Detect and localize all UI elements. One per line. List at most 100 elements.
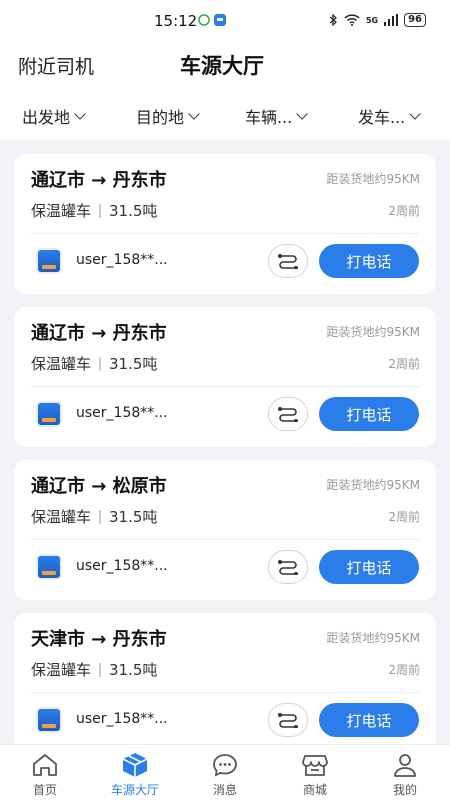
chat-app-icon bbox=[214, 14, 226, 26]
route-button[interactable] bbox=[268, 703, 308, 737]
tonnage: 31.5吨 bbox=[109, 202, 158, 220]
route-icon bbox=[278, 560, 298, 575]
avatar[interactable] bbox=[36, 248, 62, 274]
route-text: 通辽市 → 松原市 bbox=[31, 476, 167, 497]
call-button[interactable]: 打电话 bbox=[319, 550, 419, 584]
route-icon bbox=[278, 254, 298, 269]
avatar[interactable] bbox=[36, 554, 62, 580]
user-name: user_158**... bbox=[76, 558, 168, 574]
status-notification-icons bbox=[198, 14, 226, 26]
distance-text: 距装货地约95KM bbox=[326, 478, 421, 492]
filter-destination[interactable]: 目的地 bbox=[136, 104, 200, 128]
user-icon bbox=[394, 754, 416, 777]
tonnage: 31.5吨 bbox=[109, 508, 158, 526]
status-bar: 15:12 5G 96 bbox=[0, 0, 450, 42]
user-name: user_158**... bbox=[76, 405, 168, 421]
vehicle-card[interactable]: 通辽市 → 松原市 距装货地约95KM 保温罐车 31.5吨 2周前 user_1… bbox=[14, 460, 436, 600]
avatar[interactable] bbox=[36, 707, 62, 733]
call-button[interactable]: 打电话 bbox=[319, 244, 419, 278]
network-label: 5G bbox=[365, 15, 379, 25]
avatar[interactable] bbox=[36, 401, 62, 427]
separator bbox=[99, 662, 102, 677]
bottom-tab-bar: 首页 车源大厅 消息 商城 我的 bbox=[0, 744, 450, 800]
posted-time: 2周前 bbox=[388, 357, 420, 371]
truck-info: 保温罐车 31.5吨 bbox=[31, 200, 157, 221]
posted-time: 2周前 bbox=[388, 510, 420, 524]
signal-icon bbox=[384, 14, 399, 26]
call-button[interactable]: 打电话 bbox=[319, 397, 419, 431]
box-icon bbox=[122, 753, 148, 777]
status-right: 5G 96 bbox=[329, 13, 426, 27]
separator bbox=[99, 203, 102, 218]
nearby-drivers-tab[interactable]: 附近司机 bbox=[18, 52, 94, 79]
tab-label: 商城 bbox=[302, 783, 327, 797]
call-button[interactable]: 打电话 bbox=[319, 703, 419, 737]
vehicle-card[interactable]: 通辽市 → 丹东市 距装货地约95KM 保温罐车 31.5吨 2周前 user_1… bbox=[14, 154, 436, 294]
tab-label: 消息 bbox=[212, 783, 237, 797]
distance-text: 距装货地约95KM bbox=[326, 172, 421, 186]
page-title: 车源大厅 bbox=[180, 54, 264, 78]
vehicle-card[interactable]: 通辽市 → 丹东市 距装货地约95KM 保温罐车 31.5吨 2周前 user_1… bbox=[14, 307, 436, 447]
filter-vehicle[interactable]: 车辆... bbox=[245, 104, 308, 128]
truck-type: 保温罐车 bbox=[31, 202, 92, 220]
posted-time: 2周前 bbox=[388, 204, 420, 218]
wifi-icon bbox=[344, 14, 360, 26]
chevron-down-icon bbox=[188, 107, 200, 120]
tab-label: 我的 bbox=[392, 783, 417, 797]
home-icon bbox=[33, 754, 57, 776]
route-text: 通辽市 → 丹东市 bbox=[31, 323, 167, 344]
truck-info: 保温罐车 31.5吨 bbox=[31, 353, 157, 374]
tab-shop[interactable]: 商城 bbox=[275, 749, 355, 798]
separator bbox=[99, 356, 102, 371]
chevron-down-icon bbox=[296, 107, 308, 120]
sync-icon bbox=[198, 14, 210, 26]
filter-label: 车辆... bbox=[245, 108, 293, 127]
chevron-down-icon bbox=[74, 107, 86, 120]
tab-home[interactable]: 首页 bbox=[5, 749, 85, 798]
filter-origin[interactable]: 出发地 bbox=[22, 104, 86, 128]
divider bbox=[31, 692, 420, 693]
tab-label: 车源大厅 bbox=[110, 783, 159, 797]
route-button[interactable] bbox=[268, 550, 308, 584]
truck-info: 保温罐车 31.5吨 bbox=[31, 659, 157, 680]
posted-time: 2周前 bbox=[388, 663, 420, 677]
tonnage: 31.5吨 bbox=[109, 355, 158, 373]
status-time: 15:12 bbox=[154, 12, 198, 30]
user-name: user_158**... bbox=[76, 711, 168, 727]
tab-label: 首页 bbox=[32, 783, 57, 797]
separator bbox=[99, 509, 102, 524]
filter-bar: 出发地 目的地 车辆... 发车... bbox=[0, 88, 450, 140]
shop-icon bbox=[302, 755, 328, 776]
truck-info: 保温罐车 31.5吨 bbox=[31, 506, 157, 527]
divider bbox=[31, 539, 420, 540]
route-icon bbox=[278, 713, 298, 728]
chevron-down-icon bbox=[409, 107, 421, 120]
filter-departure[interactable]: 发车... bbox=[358, 104, 421, 128]
tab-profile[interactable]: 我的 bbox=[365, 749, 445, 798]
tab-vehicle-hall[interactable]: 车源大厅 bbox=[95, 749, 175, 798]
route-text: 天津市 → 丹东市 bbox=[31, 629, 167, 650]
tonnage: 31.5吨 bbox=[109, 661, 158, 679]
truck-type: 保温罐车 bbox=[31, 508, 92, 526]
page-header: 附近司机 车源大厅 bbox=[0, 42, 450, 88]
filter-label: 目的地 bbox=[136, 108, 185, 127]
vehicle-card[interactable]: 天津市 → 丹东市 距装货地约95KM 保温罐车 31.5吨 2周前 user_1… bbox=[14, 613, 436, 744]
filter-label: 发车... bbox=[358, 108, 406, 127]
bluetooth-icon bbox=[329, 14, 337, 26]
route-text: 通辽市 → 丹东市 bbox=[31, 170, 167, 191]
vehicle-list[interactable]: 通辽市 → 丹东市 距装货地约95KM 保温罐车 31.5吨 2周前 user_1… bbox=[0, 140, 450, 744]
truck-type: 保温罐车 bbox=[31, 355, 92, 373]
tab-messages[interactable]: 消息 bbox=[185, 749, 265, 798]
battery-icon: 96 bbox=[404, 13, 426, 27]
route-icon bbox=[278, 407, 298, 422]
filter-label: 出发地 bbox=[22, 108, 71, 127]
divider bbox=[31, 233, 420, 234]
route-button[interactable] bbox=[268, 397, 308, 431]
distance-text: 距装货地约95KM bbox=[326, 325, 421, 339]
route-button[interactable] bbox=[268, 244, 308, 278]
truck-type: 保温罐车 bbox=[31, 661, 92, 679]
user-name: user_158**... bbox=[76, 252, 168, 268]
divider bbox=[31, 386, 420, 387]
message-icon bbox=[213, 754, 237, 777]
distance-text: 距装货地约95KM bbox=[326, 631, 421, 645]
